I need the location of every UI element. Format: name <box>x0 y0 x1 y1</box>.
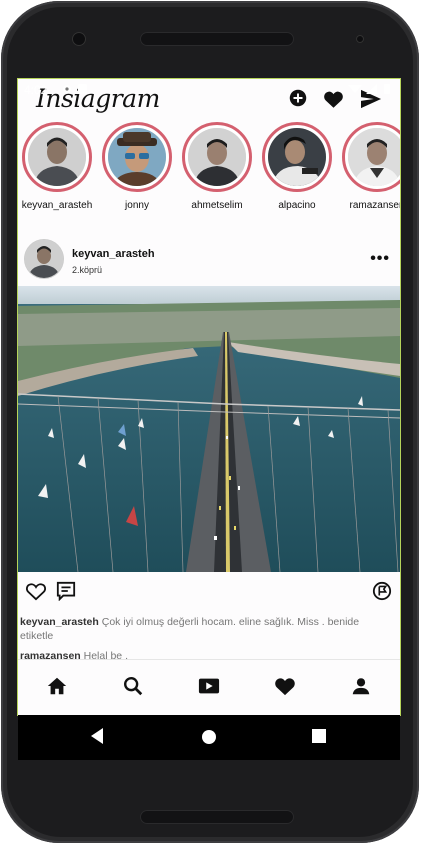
comment-username[interactable]: ramazansen <box>20 650 81 662</box>
story-item[interactable]: jonny <box>99 122 175 211</box>
story-avatar[interactable] <box>342 122 400 192</box>
more-options-icon[interactable]: ••• <box>370 250 390 268</box>
comment-text: Helal be . <box>83 650 128 662</box>
recents-icon[interactable] <box>312 729 326 748</box>
app-screen: Insiagram 4:02 keyvan_arasteh jonny ahme… <box>18 79 400 715</box>
avatar <box>28 128 86 186</box>
post-username[interactable]: keyvan_arasteh <box>72 248 155 260</box>
sensor <box>356 35 364 43</box>
profile-icon[interactable] <box>350 675 372 702</box>
back-icon[interactable] <box>89 727 105 750</box>
post-photo[interactable] <box>18 286 400 573</box>
status-time: 4:02 <box>24 83 48 97</box>
post-location[interactable]: 2.köprü <box>72 265 102 275</box>
post-actions <box>18 578 400 606</box>
story-username: alpacino <box>278 200 316 211</box>
story-avatar[interactable] <box>22 122 92 192</box>
bottom-navigation <box>18 667 400 707</box>
comment-item: keyvan_arasteh Çok iyi olmuş değerli hoc… <box>20 615 390 643</box>
story-avatar[interactable] <box>102 122 172 192</box>
save-bookmark-icon[interactable] <box>372 581 392 606</box>
story-item[interactable]: ramazansen <box>339 122 400 211</box>
comment-icon[interactable] <box>56 581 76 606</box>
notification-status-icon <box>77 83 88 98</box>
bottom-speaker <box>140 810 294 824</box>
bottom-divider <box>18 659 400 660</box>
like-heart-icon[interactable] <box>25 581 47 606</box>
story-item[interactable]: keyvan_arasteh <box>19 122 95 211</box>
avatar <box>268 128 326 186</box>
earpiece-speaker <box>140 32 294 46</box>
story-username: keyvan_arasteh <box>21 200 93 211</box>
front-camera <box>72 32 86 46</box>
comment-item: ramazansen Helal be . <box>20 649 390 663</box>
avatar <box>188 128 246 186</box>
story-username: ramazansen <box>349 200 400 211</box>
story-item[interactable]: alpacino <box>259 122 335 211</box>
story-avatar[interactable] <box>262 122 332 192</box>
story-username: ahmetselim <box>191 200 243 211</box>
avatar <box>108 128 166 186</box>
post-header: keyvan_arasteh 2.köprü ••• <box>18 235 400 285</box>
search-icon[interactable] <box>122 675 144 702</box>
heart-icon[interactable] <box>274 675 296 702</box>
story-item[interactable]: ahmetselim <box>179 122 255 211</box>
comment-username[interactable]: keyvan_arasteh <box>20 616 99 628</box>
story-avatar[interactable] <box>182 122 252 192</box>
avatar[interactable] <box>25 240 63 278</box>
system-navigation-bar <box>18 715 400 760</box>
avatar <box>348 128 400 186</box>
signal-battery-icons <box>348 83 392 98</box>
story-username: jonny <box>125 200 149 211</box>
home-circle-icon[interactable] <box>201 729 217 750</box>
stories-row: keyvan_arasteh jonny ahmetselim alpacino… <box>18 122 400 222</box>
reels-icon[interactable] <box>198 675 220 702</box>
settings-status-icon <box>61 83 73 98</box>
home-icon[interactable] <box>46 675 68 702</box>
status-bar: 4:02 <box>18 79 400 101</box>
